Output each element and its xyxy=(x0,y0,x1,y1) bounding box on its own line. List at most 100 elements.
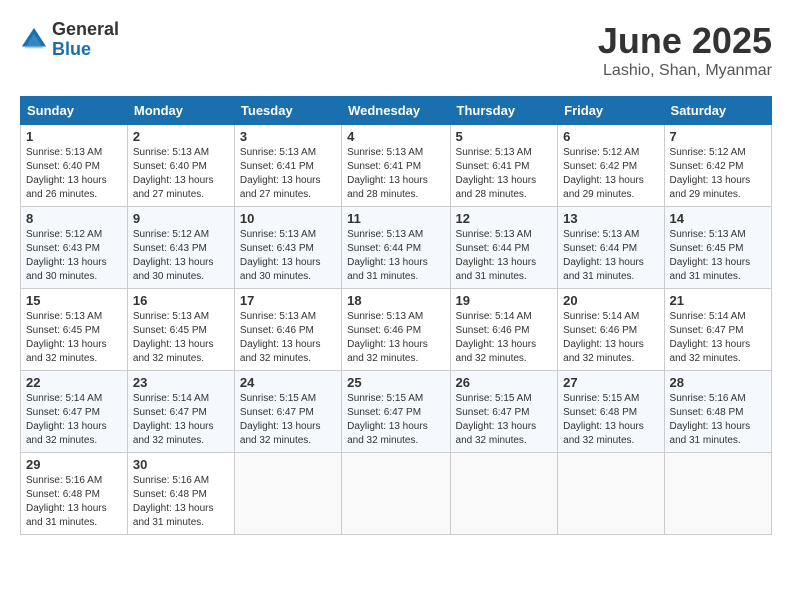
day-cell: 28 Sunrise: 5:16 AM Sunset: 6:48 PM Dayli… xyxy=(664,371,771,453)
day-number: 7 xyxy=(670,129,766,144)
day-number: 22 xyxy=(26,375,122,390)
day-cell: 23Sunrise: 5:14 AM Sunset: 6:47 PM Dayli… xyxy=(127,371,234,453)
day-cell: 20Sunrise: 5:14 AM Sunset: 6:46 PM Dayli… xyxy=(558,289,664,371)
day-info: Sunrise: 5:16 AM Sunset: 6:48 PM Dayligh… xyxy=(26,474,122,530)
day-cell: 4Sunrise: 5:13 AM Sunset: 6:41 PM Daylig… xyxy=(342,125,450,207)
day-number: 25 xyxy=(347,375,444,390)
header-sunday: Sunday xyxy=(21,97,128,125)
logo-icon xyxy=(20,26,48,54)
day-info: Sunrise: 5:15 AM Sunset: 6:48 PM Dayligh… xyxy=(563,392,658,448)
day-cell: 17Sunrise: 5:13 AM Sunset: 6:46 PM Dayli… xyxy=(234,289,341,371)
day-cell: 25 Sunrise: 5:15 AM Sunset: 6:47 PM Dayli… xyxy=(342,371,450,453)
day-cell xyxy=(664,453,771,535)
week-row-2: 8 Sunrise: 5:12 AM Sunset: 6:43 PM Daylig… xyxy=(21,207,772,289)
day-info: Sunrise: 5:16 AM Sunset: 6:48 PM Dayligh… xyxy=(670,392,766,448)
title-section: June 2025 Lashio, Shan, Myanmar xyxy=(598,20,772,80)
day-number: 21 xyxy=(670,293,766,308)
day-info: Sunrise: 5:15 AM Sunset: 6:47 PM Dayligh… xyxy=(456,392,553,448)
day-cell: 30 Sunrise: 5:16 AM Sunset: 6:48 PM Dayli… xyxy=(127,453,234,535)
day-info: Sunrise: 5:13 AM Sunset: 6:46 PM Dayligh… xyxy=(347,310,444,366)
day-info: Sunrise: 5:13 AM Sunset: 6:44 PM Dayligh… xyxy=(456,228,553,284)
day-cell: 14 Sunrise: 5:13 AM Sunset: 6:45 PM Dayli… xyxy=(664,207,771,289)
day-cell: 6Sunrise: 5:12 AM Sunset: 6:42 PM Daylig… xyxy=(558,125,664,207)
day-info: Sunrise: 5:13 AM Sunset: 6:45 PM Dayligh… xyxy=(26,310,122,366)
header-row: SundayMondayTuesdayWednesdayThursdayFrid… xyxy=(21,97,772,125)
month-title: June 2025 xyxy=(598,20,772,62)
logo-blue: Blue xyxy=(52,40,119,60)
day-cell: 26 Sunrise: 5:15 AM Sunset: 6:47 PM Dayli… xyxy=(450,371,558,453)
header-thursday: Thursday xyxy=(450,97,558,125)
day-cell: 22Sunrise: 5:14 AM Sunset: 6:47 PM Dayli… xyxy=(21,371,128,453)
day-info: Sunrise: 5:13 AM Sunset: 6:45 PM Dayligh… xyxy=(133,310,229,366)
page-header: General Blue June 2025 Lashio, Shan, Mya… xyxy=(20,20,772,80)
day-number: 8 xyxy=(26,211,122,226)
day-cell: 2 Sunrise: 5:13 AM Sunset: 6:40 PM Daylig… xyxy=(127,125,234,207)
week-row-1: 1 Sunrise: 5:13 AM Sunset: 6:40 PM Daylig… xyxy=(21,125,772,207)
day-cell xyxy=(558,453,664,535)
day-number: 27 xyxy=(563,375,658,390)
day-info: Sunrise: 5:13 AM Sunset: 6:41 PM Dayligh… xyxy=(456,146,553,202)
day-cell: 19 Sunrise: 5:14 AM Sunset: 6:46 PM Dayli… xyxy=(450,289,558,371)
day-cell: 21 Sunrise: 5:14 AM Sunset: 6:47 PM Dayli… xyxy=(664,289,771,371)
day-number: 14 xyxy=(670,211,766,226)
day-info: Sunrise: 5:12 AM Sunset: 6:43 PM Dayligh… xyxy=(26,228,122,284)
day-number: 12 xyxy=(456,211,553,226)
day-number: 18 xyxy=(347,293,444,308)
day-number: 2 xyxy=(133,129,229,144)
day-number: 15 xyxy=(26,293,122,308)
day-info: Sunrise: 5:13 AM Sunset: 6:45 PM Dayligh… xyxy=(670,228,766,284)
day-number: 11 xyxy=(347,211,444,226)
day-info: Sunrise: 5:16 AM Sunset: 6:48 PM Dayligh… xyxy=(133,474,229,530)
logo: General Blue xyxy=(20,20,119,60)
week-row-5: 29Sunrise: 5:16 AM Sunset: 6:48 PM Dayli… xyxy=(21,453,772,535)
day-cell: 9Sunrise: 5:12 AM Sunset: 6:43 PM Daylig… xyxy=(127,207,234,289)
day-number: 9 xyxy=(133,211,229,226)
day-cell: 13Sunrise: 5:13 AM Sunset: 6:44 PM Dayli… xyxy=(558,207,664,289)
day-cell: 3 Sunrise: 5:13 AM Sunset: 6:41 PM Daylig… xyxy=(234,125,341,207)
day-info: Sunrise: 5:13 AM Sunset: 6:43 PM Dayligh… xyxy=(240,228,336,284)
header-wednesday: Wednesday xyxy=(342,97,450,125)
day-cell xyxy=(450,453,558,535)
day-cell: 7Sunrise: 5:12 AM Sunset: 6:42 PM Daylig… xyxy=(664,125,771,207)
day-info: Sunrise: 5:14 AM Sunset: 6:46 PM Dayligh… xyxy=(456,310,553,366)
day-cell: 27 Sunrise: 5:15 AM Sunset: 6:48 PM Dayli… xyxy=(558,371,664,453)
day-number: 5 xyxy=(456,129,553,144)
day-number: 10 xyxy=(240,211,336,226)
day-cell: 10 Sunrise: 5:13 AM Sunset: 6:43 PM Dayli… xyxy=(234,207,341,289)
location-title: Lashio, Shan, Myanmar xyxy=(598,62,772,80)
header-saturday: Saturday xyxy=(664,97,771,125)
day-number: 30 xyxy=(133,457,229,472)
day-number: 20 xyxy=(563,293,658,308)
week-row-4: 22Sunrise: 5:14 AM Sunset: 6:47 PM Dayli… xyxy=(21,371,772,453)
day-cell: 15 Sunrise: 5:13 AM Sunset: 6:45 PM Dayli… xyxy=(21,289,128,371)
logo-general: General xyxy=(52,20,119,40)
header-monday: Monday xyxy=(127,97,234,125)
day-cell: 8 Sunrise: 5:12 AM Sunset: 6:43 PM Daylig… xyxy=(21,207,128,289)
day-info: Sunrise: 5:13 AM Sunset: 6:46 PM Dayligh… xyxy=(240,310,336,366)
day-info: Sunrise: 5:12 AM Sunset: 6:42 PM Dayligh… xyxy=(563,146,658,202)
day-number: 19 xyxy=(456,293,553,308)
day-number: 16 xyxy=(133,293,229,308)
day-number: 1 xyxy=(26,129,122,144)
day-number: 28 xyxy=(670,375,766,390)
day-info: Sunrise: 5:15 AM Sunset: 6:47 PM Dayligh… xyxy=(347,392,444,448)
week-row-3: 15 Sunrise: 5:13 AM Sunset: 6:45 PM Dayli… xyxy=(21,289,772,371)
logo-text: General Blue xyxy=(52,20,119,60)
day-cell: 24Sunrise: 5:15 AM Sunset: 6:47 PM Dayli… xyxy=(234,371,341,453)
day-info: Sunrise: 5:13 AM Sunset: 6:41 PM Dayligh… xyxy=(240,146,336,202)
day-cell: 12 Sunrise: 5:13 AM Sunset: 6:44 PM Dayli… xyxy=(450,207,558,289)
day-cell: 16 Sunrise: 5:13 AM Sunset: 6:45 PM Dayli… xyxy=(127,289,234,371)
day-cell xyxy=(234,453,341,535)
day-number: 23 xyxy=(133,375,229,390)
header-tuesday: Tuesday xyxy=(234,97,341,125)
day-cell: 5 Sunrise: 5:13 AM Sunset: 6:41 PM Daylig… xyxy=(450,125,558,207)
day-cell: 1Sunrise: 5:13 AM Sunset: 6:40 PM Daylig… xyxy=(21,125,128,207)
day-number: 4 xyxy=(347,129,444,144)
header-friday: Friday xyxy=(558,97,664,125)
day-info: Sunrise: 5:14 AM Sunset: 6:47 PM Dayligh… xyxy=(670,310,766,366)
day-number: 3 xyxy=(240,129,336,144)
day-info: Sunrise: 5:13 AM Sunset: 6:40 PM Dayligh… xyxy=(133,146,229,202)
day-number: 26 xyxy=(456,375,553,390)
day-number: 24 xyxy=(240,375,336,390)
day-info: Sunrise: 5:13 AM Sunset: 6:44 PM Dayligh… xyxy=(347,228,444,284)
